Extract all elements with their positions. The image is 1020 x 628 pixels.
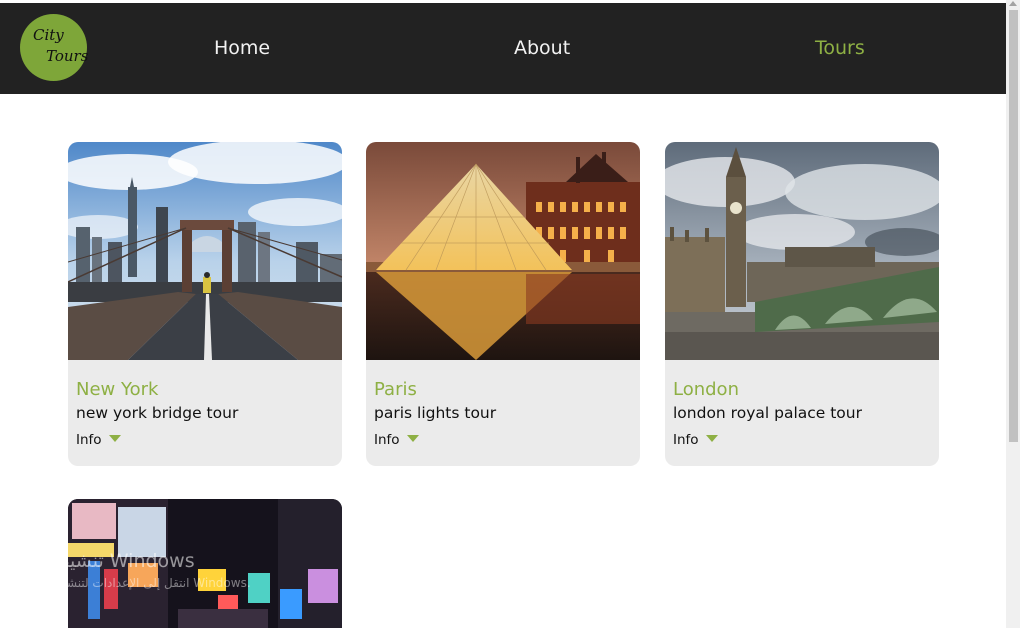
nav-about-link[interactable]: About (514, 37, 570, 59)
logo-line-1: City (33, 26, 64, 44)
tour-city-name: New York (76, 379, 159, 400)
new-york-bridge-photo (68, 142, 342, 360)
paris-louvre-photo (366, 142, 640, 360)
london-big-ben-photo (665, 142, 939, 360)
tour-card-london[interactable]: London london royal palace tour Info (665, 142, 939, 466)
nav-home-link[interactable]: Home (214, 37, 270, 59)
tour-description: london royal palace tour (673, 404, 862, 422)
tour-city-name: Paris (374, 379, 417, 400)
info-toggle[interactable]: Info (76, 432, 102, 448)
navbar: City Tours Home About Tours (0, 3, 1006, 94)
tour-description: paris lights tour (374, 404, 497, 422)
tour-city-name: London (673, 379, 739, 400)
nav-tours-link[interactable]: Tours (815, 37, 865, 59)
scroll-up-arrow-icon[interactable] (1009, 1, 1017, 6)
tour-card-paris[interactable]: Paris paris lights tour Info (366, 142, 640, 466)
info-toggle[interactable]: Info (673, 432, 699, 448)
windows-activation-subtext: انتقل إلى الإعدادات لتنشيط Windows. (52, 576, 251, 590)
info-toggle[interactable]: Info (374, 432, 400, 448)
scroll-thumb[interactable] (1009, 10, 1018, 442)
logo-line-2: Tours (46, 47, 89, 65)
caret-down-icon[interactable] (407, 435, 419, 442)
caret-down-icon[interactable] (706, 435, 718, 442)
tour-card-new-york[interactable]: New York new york bridge tour Info (68, 142, 342, 466)
windows-activation-watermark: تنشيط Windows (52, 550, 195, 572)
tour-description: new york bridge tour (76, 404, 239, 422)
vertical-scrollbar[interactable] (1006, 0, 1020, 628)
caret-down-icon[interactable] (109, 435, 121, 442)
city-tours-logo[interactable]: City Tours (20, 14, 89, 81)
